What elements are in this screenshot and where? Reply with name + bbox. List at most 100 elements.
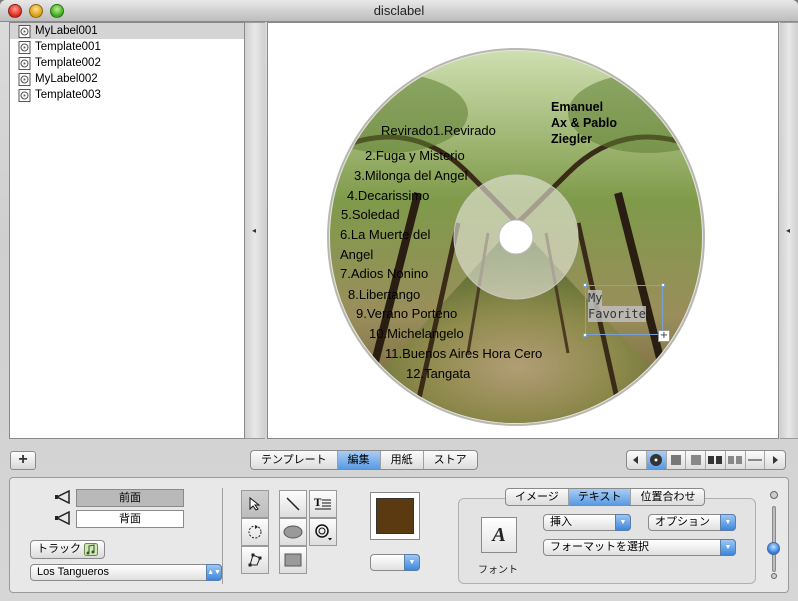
track-text[interactable]: 12.Tangata bbox=[406, 366, 470, 381]
text-tool[interactable]: T bbox=[309, 490, 337, 518]
tab-image[interactable]: イメージ bbox=[506, 489, 569, 505]
divider bbox=[222, 488, 223, 584]
options-select-value: オプション bbox=[655, 516, 710, 528]
chevron-down-icon: ▼ bbox=[615, 514, 631, 531]
options-select[interactable]: オプション ▼ bbox=[648, 514, 736, 531]
list-item[interactable]: Template003 bbox=[10, 87, 244, 103]
rectangle-tool[interactable] bbox=[279, 546, 307, 574]
view-strip-button[interactable] bbox=[746, 451, 766, 469]
view-spread-button[interactable] bbox=[726, 451, 746, 469]
view-square-button[interactable] bbox=[667, 451, 687, 469]
tab-edit[interactable]: 編集 bbox=[337, 451, 381, 469]
album-select-value: Los Tangueros bbox=[37, 566, 109, 578]
title-bar: disclabel bbox=[0, 0, 798, 22]
tab-align[interactable]: 位置合わせ bbox=[631, 489, 704, 505]
track-text[interactable]: 10.Michelangelo bbox=[369, 326, 464, 341]
view-switcher bbox=[626, 450, 786, 470]
insert-select-value: 挿入 bbox=[550, 516, 572, 528]
selected-text-box[interactable]: My Favorite + bbox=[583, 283, 670, 342]
list-item-label: Template001 bbox=[35, 41, 101, 53]
text-box-line: My bbox=[588, 290, 603, 306]
resize-handle[interactable] bbox=[661, 283, 665, 287]
track-text[interactable]: 3.Milonga del Angel bbox=[354, 168, 467, 183]
track-text[interactable]: 7.Adios Nonino bbox=[340, 266, 428, 281]
label-canvas[interactable]: Emanuel Ax & Pablo Ziegler Revirado1.Rev… bbox=[267, 22, 779, 439]
disc-center-hole bbox=[498, 219, 534, 255]
window-title: disclabel bbox=[373, 3, 425, 18]
tab-store[interactable]: ストア bbox=[424, 451, 477, 469]
album-select[interactable]: Los Tangueros ▲▼ bbox=[30, 564, 222, 581]
circular-text-tool[interactable] bbox=[309, 518, 337, 546]
right-scroller[interactable]: ◂ bbox=[780, 22, 798, 439]
transform-tool[interactable] bbox=[241, 546, 269, 574]
list-item[interactable]: MyLabel001 bbox=[10, 23, 244, 39]
list-item[interactable]: Template001 bbox=[10, 39, 244, 55]
line-style-select[interactable]: ▼ bbox=[370, 554, 420, 571]
back-arrow-icon bbox=[55, 511, 70, 525]
rotate-tool[interactable] bbox=[241, 518, 269, 546]
rotate-icon bbox=[248, 525, 262, 539]
track-button[interactable]: トラック bbox=[30, 540, 105, 559]
tab-paper[interactable]: 用紙 bbox=[381, 451, 424, 469]
next-button[interactable] bbox=[765, 451, 785, 469]
artist-line: Ziegler bbox=[551, 132, 592, 146]
strip-icon bbox=[747, 459, 762, 461]
disc-document-icon bbox=[18, 72, 31, 86]
resize-handle[interactable] bbox=[583, 333, 587, 337]
zoom-max-icon bbox=[770, 491, 778, 499]
square-icon bbox=[670, 455, 681, 465]
add-button[interactable]: + bbox=[10, 451, 36, 470]
tab-text[interactable]: テキスト bbox=[568, 489, 632, 505]
list-item-label: MyLabel002 bbox=[35, 73, 98, 85]
previous-button[interactable] bbox=[627, 451, 647, 469]
list-item[interactable]: MyLabel002 bbox=[10, 71, 244, 87]
list-item-label: MyLabel001 bbox=[35, 25, 98, 37]
app-window: disclabel MyLabel001 Template001 Templat… bbox=[0, 0, 798, 601]
list-item-label: Template002 bbox=[35, 57, 101, 69]
track-text[interactable]: 6.La Muerte del bbox=[340, 227, 430, 242]
split-view-divider[interactable]: ◂ bbox=[245, 22, 265, 439]
track-text[interactable]: 2.Fuga y Misterio bbox=[365, 148, 465, 163]
track-text[interactable]: 4.Decarissimo bbox=[347, 188, 429, 203]
fill-color-well[interactable] bbox=[370, 492, 420, 540]
format-select[interactable]: フォーマットを選択 ▼ bbox=[543, 539, 736, 556]
view-double-button[interactable] bbox=[706, 451, 726, 469]
zoom-slider-knob[interactable] bbox=[767, 542, 780, 555]
circular-text-icon bbox=[315, 524, 332, 541]
edit-panel: 前面 背面 トラック Los Tangueros ▲▼ T ▼ イメージ テキス… bbox=[9, 477, 789, 593]
ellipse-tool[interactable] bbox=[279, 518, 307, 546]
track-text[interactable]: 5.Soledad bbox=[341, 207, 400, 222]
resize-handle[interactable] bbox=[583, 283, 587, 287]
font-button[interactable]: A bbox=[481, 517, 517, 553]
transform-icon bbox=[248, 553, 262, 567]
tab-template[interactable]: テンプレート bbox=[251, 451, 338, 469]
front-face-button[interactable]: 前面 bbox=[76, 489, 184, 507]
line-icon bbox=[286, 497, 300, 511]
zoom-min-icon bbox=[771, 573, 777, 579]
track-text[interactable]: 8.Libertango bbox=[348, 287, 420, 302]
font-label: フォント bbox=[478, 565, 518, 576]
chevron-right-icon bbox=[773, 456, 779, 464]
insert-select[interactable]: 挿入 ▼ bbox=[543, 514, 631, 531]
track-text[interactable]: Angel bbox=[340, 247, 373, 262]
ellipse-icon bbox=[283, 525, 303, 539]
view-square-alt-button[interactable] bbox=[686, 451, 706, 469]
back-face-button[interactable]: 背面 bbox=[76, 510, 184, 528]
expand-handle-icon[interactable]: + bbox=[658, 330, 670, 342]
list-item[interactable]: Template002 bbox=[10, 55, 244, 71]
disc-document-icon bbox=[18, 24, 31, 38]
track-text[interactable]: 9.Verano Porteno bbox=[356, 306, 457, 321]
select-tool[interactable] bbox=[241, 490, 269, 518]
chevron-left-icon bbox=[633, 456, 639, 464]
line-tool[interactable] bbox=[279, 490, 307, 518]
zoom-slider-track[interactable] bbox=[772, 506, 776, 572]
artist-text[interactable]: Emanuel Ax & Pablo Ziegler bbox=[551, 99, 617, 147]
view-disc-button[interactable] bbox=[646, 451, 667, 469]
front-arrow-icon bbox=[55, 490, 70, 504]
track-text[interactable]: Revirado1.Revirado bbox=[381, 123, 496, 138]
track-button-label: トラック bbox=[37, 543, 81, 555]
double-panel-icon bbox=[708, 456, 723, 464]
disc-document-icon bbox=[18, 88, 31, 102]
text-box-line: Favorite bbox=[588, 306, 646, 322]
track-text[interactable]: 11.Buenos Aires Hora Cero bbox=[385, 346, 542, 361]
